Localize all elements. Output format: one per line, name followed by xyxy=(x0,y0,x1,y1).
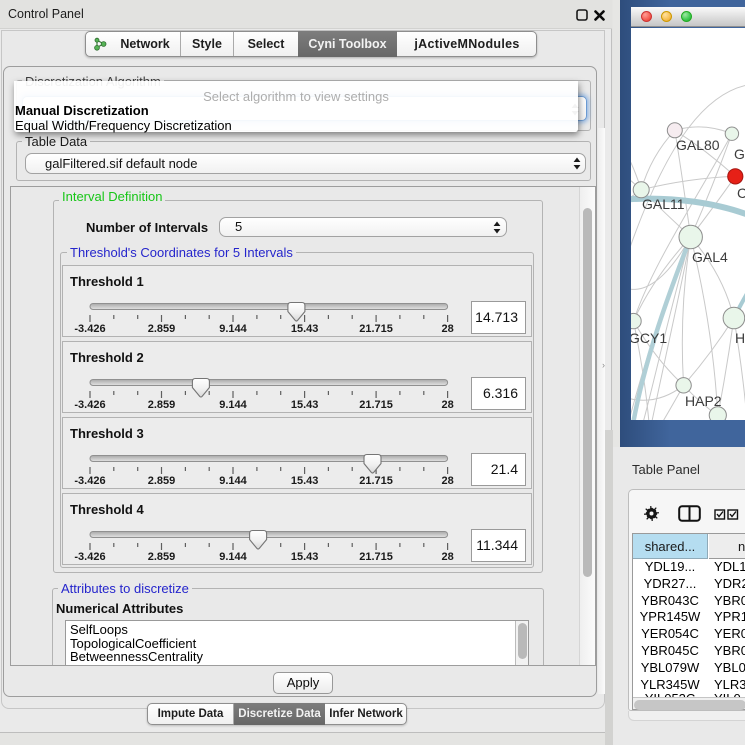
svg-text:GAL80: GAL80 xyxy=(676,137,720,153)
svg-text:GA: GA xyxy=(734,146,745,162)
svg-text:GAL11: GAL11 xyxy=(642,196,685,212)
svg-text:GAL4: GAL4 xyxy=(692,249,728,265)
svg-text:HAP2: HAP2 xyxy=(685,393,722,409)
svg-text:GCY1: GCY1 xyxy=(631,330,667,346)
svg-text:C: C xyxy=(737,185,745,201)
svg-text:H: H xyxy=(735,330,745,346)
